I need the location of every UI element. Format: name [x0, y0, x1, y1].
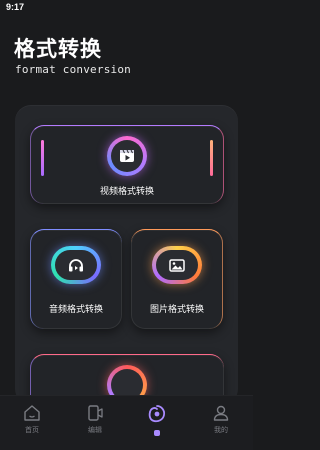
right-accent-bar — [210, 140, 213, 176]
headphones-icon — [55, 250, 97, 280]
tab-home-label: 首页 — [25, 426, 39, 434]
tab-mine-label: 我的 — [214, 426, 228, 434]
tab-edit-label: 编辑 — [88, 426, 102, 434]
tab-edit[interactable]: 编辑 — [75, 404, 115, 444]
audio-icon-ring — [51, 246, 101, 284]
audio-conversion-card[interactable]: 音频格式转换 — [30, 229, 122, 329]
page-subtitle: format conversion — [15, 63, 131, 76]
convert-icon — [148, 405, 166, 423]
video-icon-ring — [107, 136, 147, 176]
audio-card-label: 音频格式转换 — [48, 305, 103, 315]
tab-convert[interactable] — [137, 404, 177, 444]
image-conversion-card[interactable]: 图片格式转换 — [131, 229, 223, 329]
left-accent-bar — [41, 140, 44, 176]
user-icon — [213, 405, 229, 421]
edit-icon — [88, 405, 103, 421]
image-card-label: 图片格式转换 — [149, 305, 204, 315]
bottom-tab-bar: 首页 编辑 我的 — [0, 395, 253, 450]
video-conversion-card[interactable]: 视频格式转换 — [30, 125, 224, 204]
image-icon — [156, 250, 198, 280]
video-icon — [111, 140, 143, 172]
active-tab-indicator — [154, 430, 160, 436]
tab-mine[interactable]: 我的 — [201, 404, 241, 444]
status-time: 9:17 — [6, 2, 25, 12]
video-card-label: 视频格式转换 — [99, 187, 154, 197]
image-icon-ring — [152, 246, 202, 284]
status-bar: 9:17 — [0, 0, 253, 18]
page-title: 格式转换 — [14, 37, 102, 61]
home-icon — [24, 405, 40, 421]
tab-home[interactable]: 首页 — [12, 404, 52, 444]
